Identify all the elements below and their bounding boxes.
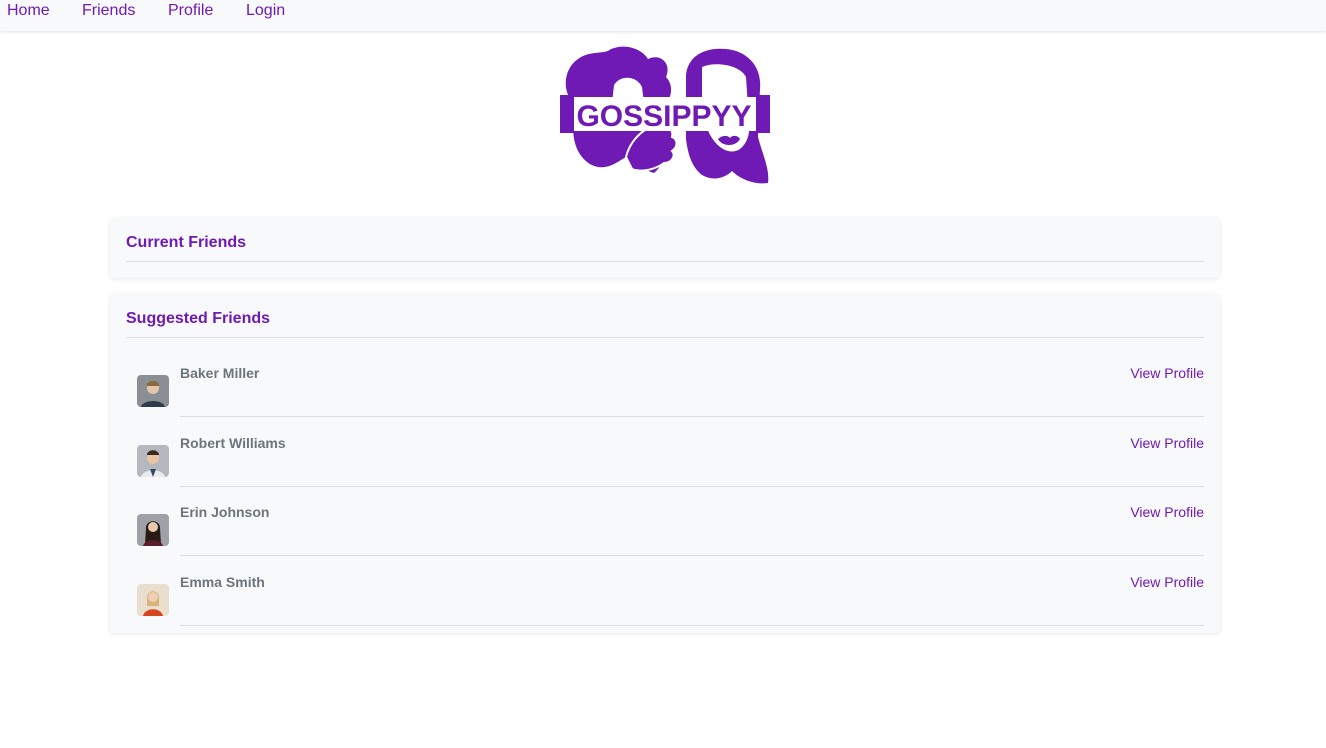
friend-name: Erin Johnson [180, 504, 270, 520]
view-profile-link[interactable]: View Profile [1130, 503, 1204, 521]
divider [180, 416, 1204, 417]
friend-list-item: Robert Williams View Profile [110, 435, 1220, 513]
suggested-friends-card: Suggested Friends Baker Miller View Prof… [110, 294, 1220, 633]
nav-home-link[interactable]: Home [7, 1, 50, 21]
avatar [137, 375, 169, 407]
friend-list-item: Baker Miller View Profile [110, 365, 1220, 443]
person-avatar-icon [137, 584, 169, 616]
friend-name: Emma Smith [180, 574, 265, 590]
view-profile-link[interactable]: View Profile [1130, 573, 1204, 591]
top-navbar: Home Friends Profile Login [0, 0, 1326, 31]
divider [126, 337, 1204, 338]
suggested-friends-title: Suggested Friends [126, 310, 271, 327]
current-friends-card: Current Friends [110, 218, 1220, 278]
friend-list-item: Erin Johnson View Profile [110, 504, 1220, 582]
person-avatar-icon [137, 375, 169, 407]
nav-login-link[interactable]: Login [246, 1, 285, 21]
logo-text: GOSSIPPYY [576, 100, 751, 133]
view-profile-link[interactable]: View Profile [1130, 434, 1204, 452]
friend-name: Robert Williams [180, 435, 286, 451]
gossippyy-logo: GOSSIPPYY [556, 45, 772, 187]
divider [180, 486, 1204, 487]
friend-name: Baker Miller [180, 365, 260, 381]
logo-graphic: GOSSIPPYY [560, 46, 770, 184]
nav-friends-link[interactable]: Friends [82, 1, 135, 21]
divider [180, 555, 1204, 556]
divider [180, 625, 1204, 626]
person-avatar-icon [137, 445, 169, 477]
current-friends-title: Current Friends [126, 234, 247, 251]
avatar [137, 584, 169, 616]
person-avatar-icon [137, 514, 169, 546]
divider [126, 261, 1204, 262]
nav-profile-link[interactable]: Profile [168, 1, 213, 21]
view-profile-link[interactable]: View Profile [1130, 364, 1204, 382]
avatar [137, 445, 169, 477]
friend-list-item: Emma Smith View Profile [110, 574, 1220, 652]
avatar [137, 514, 169, 546]
